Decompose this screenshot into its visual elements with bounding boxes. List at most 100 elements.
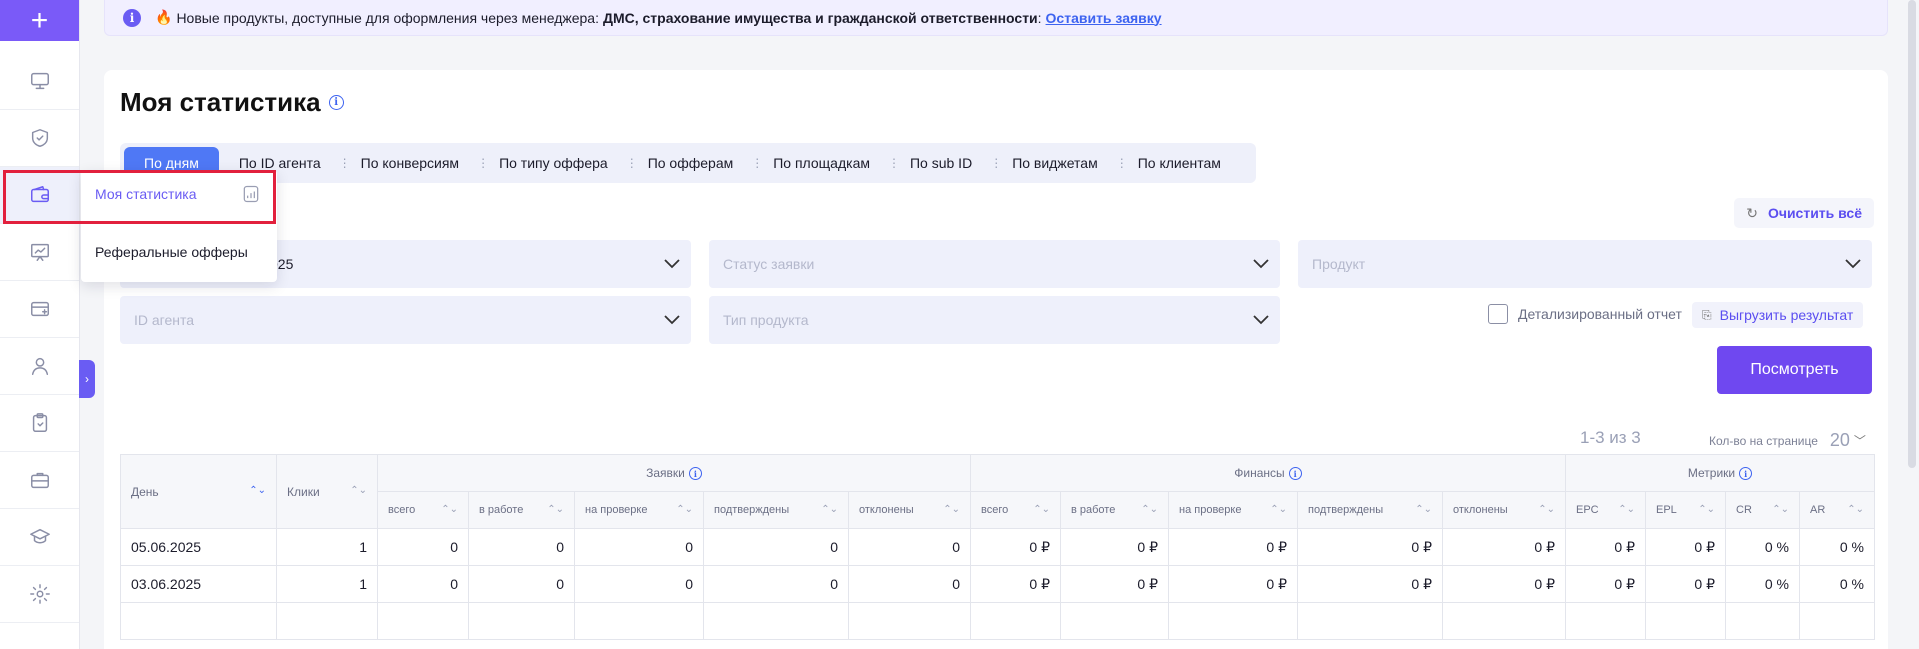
column-label: всего (388, 504, 416, 516)
column-fin-total[interactable]: всего ⌃⌄ (970, 491, 1061, 529)
sidebar-item-reports[interactable] (0, 224, 79, 281)
statistics-submenu: Моя статистика Реферальные офферы (81, 170, 277, 282)
table-cell: 0 ₽ (1297, 565, 1443, 603)
sidebar-item-statistics[interactable] (0, 167, 79, 224)
clear-all-button[interactable]: ↻ Очистить всё (1734, 198, 1874, 228)
column-label: CR (1736, 504, 1752, 516)
sidebar-item-dashboard[interactable] (0, 53, 79, 110)
column-ar[interactable]: AR ⌃⌄ (1799, 491, 1875, 529)
column-label: EPC (1576, 504, 1599, 516)
column-apps-confirmed[interactable]: подтверждены ⌃⌄ (703, 491, 849, 529)
table-cell: 0 ₽ (1297, 528, 1443, 566)
add-button[interactable]: + (0, 0, 79, 41)
sort-icon[interactable]: ⌃⌄ (1415, 504, 1432, 515)
table-cell: 0 ₽ (1645, 528, 1726, 566)
sidebar-item-tasks[interactable] (0, 395, 79, 452)
table-row: 03.06.2025 1 0 0 0 0 0 0 ₽0 ₽0 ₽0 ₽0 ₽0 ₽0 ₽0 %… (120, 565, 1875, 603)
sort-icon[interactable]: ⌃⌄ (676, 504, 693, 515)
sort-icon[interactable]: ⌃⌄ (1698, 504, 1715, 515)
sort-icon[interactable]: ⌃⌄ (1141, 504, 1158, 515)
group-applications-label: Заявки (646, 465, 685, 480)
info-icon: i (123, 8, 141, 27)
tab-by-offers[interactable]: По офферам (626, 147, 754, 179)
column-epc[interactable]: EPC ⌃⌄ (1565, 491, 1646, 529)
info-icon[interactable]: i (688, 467, 702, 481)
submenu-item-my-statistics[interactable]: Моя статистика (95, 186, 197, 202)
info-icon[interactable]: i (1288, 467, 1302, 481)
sort-icon[interactable]: ⌃⌄ (1772, 504, 1789, 515)
detailed-report-checkbox[interactable] (1488, 304, 1508, 324)
status-filter[interactable]: Статус заявки (709, 240, 1280, 288)
sidebar-item-insurance[interactable] (0, 110, 79, 167)
tab-by-conversions[interactable]: По конверсиям (339, 147, 479, 179)
banner-colon: : (1037, 9, 1042, 26)
banner-link[interactable]: Оставить заявку (1046, 10, 1162, 26)
table-cell (1799, 602, 1875, 640)
banner-bold-text: ДМС, страхование имущества и гражданской… (602, 9, 1038, 26)
sidebar-toggle[interactable]: › (79, 360, 95, 398)
plus-icon: + (30, 3, 49, 37)
sort-icon[interactable]: ⌃⌄ (249, 485, 266, 496)
column-apps-total[interactable]: всего ⌃⌄ (377, 491, 469, 529)
page-scrollbar[interactable] (1908, 0, 1916, 468)
export-button[interactable]: ⎘ Выгрузить результат (1692, 302, 1864, 328)
table-cell: 05.06.2025 (120, 528, 277, 566)
table-cell (120, 602, 277, 640)
submenu-item-referral-offers[interactable]: Реферальные офферы (95, 244, 248, 260)
sidebar-item-education[interactable] (0, 509, 79, 566)
detailed-report-toggle[interactable]: Детализированный отчет (1488, 304, 1682, 324)
tab-by-clients[interactable]: По клиентам (1116, 147, 1241, 179)
table-cell (574, 602, 704, 640)
sort-icon[interactable]: ⌃⌄ (821, 504, 838, 515)
column-fin-confirmed[interactable]: подтверждены ⌃⌄ (1297, 491, 1443, 529)
column-apps-rejected[interactable]: отклонены ⌃⌄ (848, 491, 971, 529)
info-icon[interactable]: i (328, 95, 344, 110)
column-label: AR (1810, 504, 1826, 516)
per-page-selector[interactable]: Кол-во на странице 20 ﹀ (1709, 430, 1866, 451)
tab-by-sub-id[interactable]: По sub ID (888, 147, 992, 179)
sort-icon[interactable]: ⌃⌄ (1270, 504, 1287, 515)
chevron-down-icon (1252, 256, 1269, 270)
tab-by-platforms[interactable]: По площадкам (751, 147, 890, 179)
view-button[interactable]: Посмотреть (1717, 346, 1872, 394)
info-icon[interactable]: i (1739, 467, 1753, 481)
column-label: всего (981, 504, 1009, 516)
column-fin-review[interactable]: на проверке ⌃⌄ (1168, 491, 1298, 529)
column-fin-in-progress[interactable]: в работе ⌃⌄ (1060, 491, 1169, 529)
column-clicks[interactable]: Клики ⌃⌄ (276, 454, 378, 529)
sort-icon[interactable]: ⌃⌄ (1847, 504, 1864, 515)
product-type-filter[interactable]: Тип продукта (709, 296, 1280, 344)
table-cell: 0 ₽ (1565, 528, 1646, 566)
chart-board-icon (30, 243, 49, 261)
tab-by-widgets[interactable]: По виджетам (990, 147, 1118, 179)
column-label: подтверждены (1308, 504, 1384, 516)
product-filter[interactable]: Продукт (1298, 240, 1872, 288)
column-apps-review[interactable]: на проверке ⌃⌄ (574, 491, 704, 529)
column-fin-rejected[interactable]: отклонены ⌃⌄ (1442, 491, 1566, 529)
sort-icon[interactable]: ⌃⌄ (441, 504, 458, 515)
sort-icon[interactable]: ⌃⌄ (1033, 504, 1050, 515)
tab-by-offer-type[interactable]: По типу оффера (477, 147, 628, 179)
sort-icon[interactable]: ⌃⌄ (943, 504, 960, 515)
agent-id-filter[interactable]: ID агента (120, 296, 691, 344)
column-label: на проверке (585, 504, 648, 516)
sidebar-item-portfolio[interactable] (0, 452, 79, 509)
table-cell: 0 (468, 565, 575, 603)
column-cr[interactable]: CR ⌃⌄ (1725, 491, 1800, 529)
sidebar-item-cards[interactable] (0, 281, 79, 338)
chevron-down-icon: ﹀ (1853, 434, 1866, 448)
sort-icon[interactable]: ⌃⌄ (547, 504, 564, 515)
column-label: в работе (479, 504, 524, 516)
column-apps-in-progress[interactable]: в работе ⌃⌄ (468, 491, 575, 529)
export-file-icon: ⎘ (1702, 307, 1712, 322)
table-cell (468, 602, 575, 640)
column-day[interactable]: День ⌃⌄ (120, 454, 277, 529)
sidebar-item-settings[interactable] (0, 566, 79, 623)
group-metrics-label: Метрики (1687, 465, 1736, 480)
sort-icon[interactable]: ⌃⌄ (350, 485, 367, 496)
sidebar-item-profile[interactable] (0, 338, 79, 395)
column-epl[interactable]: EPL ⌃⌄ (1645, 491, 1726, 529)
table-cell: 0 ₽ (1060, 565, 1169, 603)
sort-icon[interactable]: ⌃⌄ (1538, 504, 1555, 515)
sort-icon[interactable]: ⌃⌄ (1618, 504, 1635, 515)
